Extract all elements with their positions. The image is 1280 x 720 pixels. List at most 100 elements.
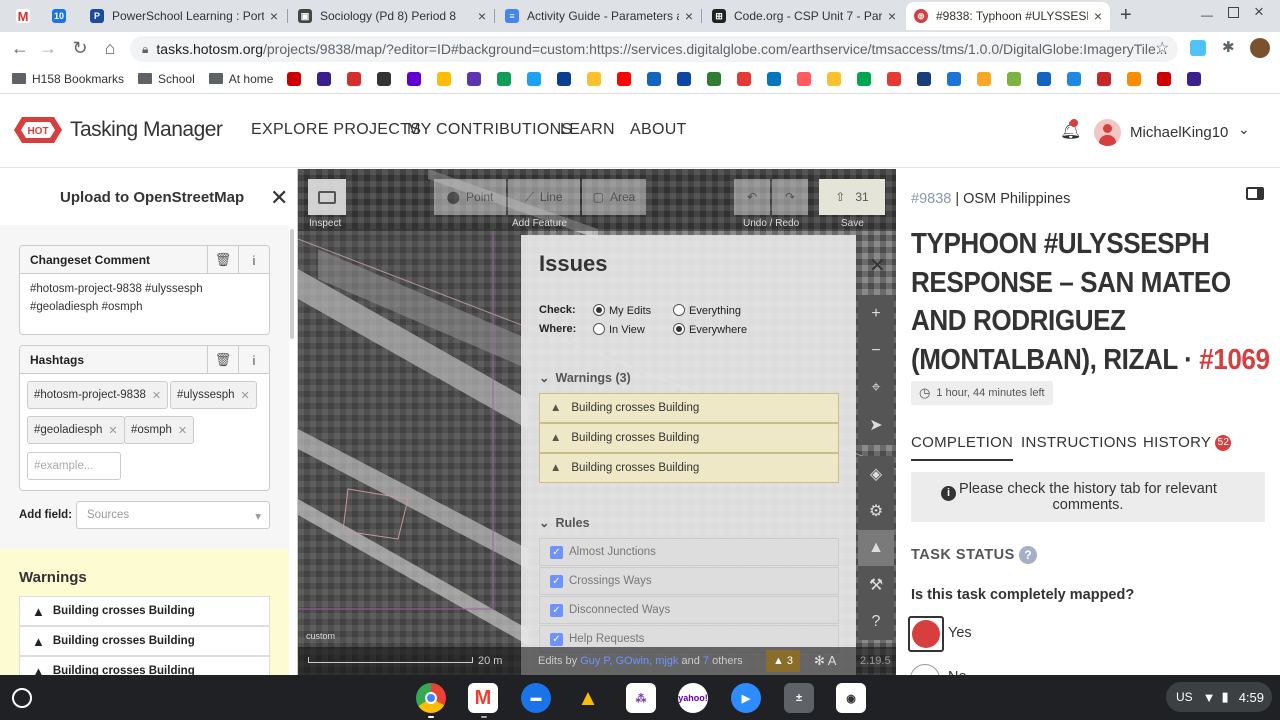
bookmark-site-icon[interactable] [347,71,362,86]
close-tab-icon[interactable]: × [270,8,278,24]
tab-calendar[interactable]: 10 [44,2,78,30]
issue-item[interactable]: ▲ Building crosses Building [539,453,839,483]
nav-learn[interactable]: LEARN [560,121,615,139]
bookmark-site-icon[interactable] [767,71,782,86]
tab-history[interactable]: HISTORY 52 [1143,434,1232,451]
tab-sociology[interactable]: ▣ Sociology (Pd 8) Period 8 × [290,2,494,30]
tab-completion[interactable]: COMPLETION [911,434,1014,461]
camera-icon[interactable]: ◉ [836,683,866,713]
warning-item[interactable]: ▲ Building crosses Building [19,596,270,626]
rule-item[interactable]: ✓ Crossings Ways [539,567,839,595]
scrollbar[interactable] [290,229,294,339]
warning-item[interactable]: ▲ Building crosses Building [19,656,270,675]
bookmark-site-icon[interactable] [977,71,992,86]
close-icon[interactable]: ✕ [270,185,288,211]
hashtag-chip[interactable]: #geoladiesph ✕ [27,416,125,444]
back-icon[interactable]: ← [10,38,30,58]
bookmark-site-icon[interactable] [1127,71,1142,86]
issue-item[interactable]: ▲ Building crosses Building [539,393,839,423]
bookmark-site-icon[interactable] [1007,71,1022,86]
close-window-icon[interactable]: × [1254,2,1264,22]
hashtag-chip[interactable]: #ulyssesph ✕ [170,381,257,409]
bookmark-site-icon[interactable] [527,71,542,86]
info-icon[interactable]: i [238,246,269,274]
bookmark-site-icon[interactable] [857,71,872,86]
forward-icon[interactable]: → [38,38,58,58]
tab-powerschool[interactable]: P PowerSchool Learning : Port × [82,2,286,30]
info-icon[interactable]: i [238,346,269,374]
tm-logo[interactable]: HOT Tasking Manager [14,115,223,145]
bookmark-site-icon[interactable] [1157,71,1172,86]
rule-item[interactable]: ✓ Disconnected Ways [539,596,839,624]
issue-count-badge[interactable]: ▲ 3 [766,650,800,672]
add-field-select[interactable]: Sources ▾ [76,501,270,529]
issue-item[interactable]: ▲ Building crosses Building [539,423,839,453]
home-icon[interactable]: ⌂ [100,38,120,58]
nav-my-contributions[interactable]: MY CONTRIBUTIONS [407,121,572,139]
save-button[interactable]: ⇧ 31 [819,179,885,215]
nav-about[interactable]: ABOUT [630,121,687,139]
classroom-app-icon[interactable]: ⁂ [626,683,656,713]
radio-in-view[interactable]: In View [593,323,645,336]
bookmark-site-icon[interactable] [887,71,902,86]
bookmark-site-icon[interactable] [407,71,422,86]
new-tab-button[interactable]: + [1120,4,1132,27]
bookmark-site-icon[interactable] [557,71,572,86]
yahoo-icon[interactable]: yahoo! [678,683,708,713]
status-tray[interactable]: US ▼ ▮ 4:59 [1166,682,1272,712]
bookmark-site-icon[interactable] [467,71,482,86]
bookmark-site-icon[interactable] [437,71,452,86]
bookmark-site-icon[interactable] [587,71,602,86]
bookmark-site-icon[interactable] [1097,71,1112,86]
map-data-icon[interactable]: ⚙ [858,493,894,530]
bookmark-site-icon[interactable] [707,71,722,86]
bookmark-site-icon[interactable] [497,71,512,86]
restore-icon[interactable] [1228,7,1239,18]
close-tab-icon[interactable]: × [478,8,486,24]
map-editor[interactable]: Inspect ⬤ Point ⟋ Line ▢ Area Add Feature ↶… [298,169,896,675]
help-icon[interactable]: ? [858,603,894,640]
trash-icon[interactable]: 🗑︎ [207,346,238,374]
minimize-icon[interactable]: — [1201,8,1213,22]
bookmark-site-icon[interactable] [797,71,812,86]
bookmark-site-icon[interactable] [1037,71,1052,86]
bookmark-folder[interactable]: At home [208,72,273,86]
zoom-in-icon[interactable]: + [858,295,894,332]
close-tab-icon[interactable]: × [888,8,896,24]
bookmark-site-icon[interactable] [1067,71,1082,86]
rules-header[interactable]: ⌄ Rules [539,515,590,530]
bookmark-site-icon[interactable] [947,71,962,86]
extensions-puzzle-icon[interactable]: ✱ [1222,38,1235,56]
bookmark-star-icon[interactable]: ☆ [1155,38,1169,58]
files-icon[interactable]: ▬ [521,683,551,713]
zoom-out-icon[interactable]: − [858,332,894,369]
close-tab-icon[interactable]: × [1094,8,1102,24]
bookmark-site-icon[interactable] [317,71,332,86]
calculator-icon[interactable]: ± [784,683,814,713]
radio-everything[interactable]: Everything [673,304,741,317]
bookmark-folder[interactable]: School [138,72,195,86]
trash-icon[interactable]: 🗑︎ [207,246,238,274]
radio-no[interactable] [910,664,940,675]
sidebar-toggle-icon[interactable] [1246,187,1264,200]
user-avatar[interactable] [1094,119,1121,146]
rule-item[interactable]: ✓ Almost Junctions [539,538,839,566]
bookmark-site-icon[interactable] [1187,71,1202,86]
issues-icon[interactable]: ▲ [858,529,894,567]
add-point-button[interactable]: ⬤ Point [434,179,506,215]
tab-tasking-manager[interactable]: ⊚ #9838: Typhoon #ULYSSESPH × [906,2,1110,30]
project-id-link[interactable]: #9838 [911,191,951,207]
hashtag-input[interactable]: #example... [27,452,121,480]
launcher-icon[interactable] [12,688,32,708]
zoom-icon[interactable]: ▶ [731,683,761,713]
bookmark-site-icon[interactable] [617,71,632,86]
chrome-icon[interactable] [416,683,446,713]
hashtag-chip[interactable]: #hotosm-project-9838 ✕ [27,381,169,409]
add-line-button[interactable]: ⟋ Line [508,179,580,215]
username[interactable]: MichaelKing10 [1130,124,1228,141]
drive-icon[interactable]: ▲ [573,683,603,713]
inspect-button[interactable] [308,179,346,215]
warning-item[interactable]: ▲ Building crosses Building [19,626,270,656]
chevron-down-icon[interactable]: ⌄ [1238,121,1250,138]
close-icon[interactable]: ✕ [869,253,886,278]
